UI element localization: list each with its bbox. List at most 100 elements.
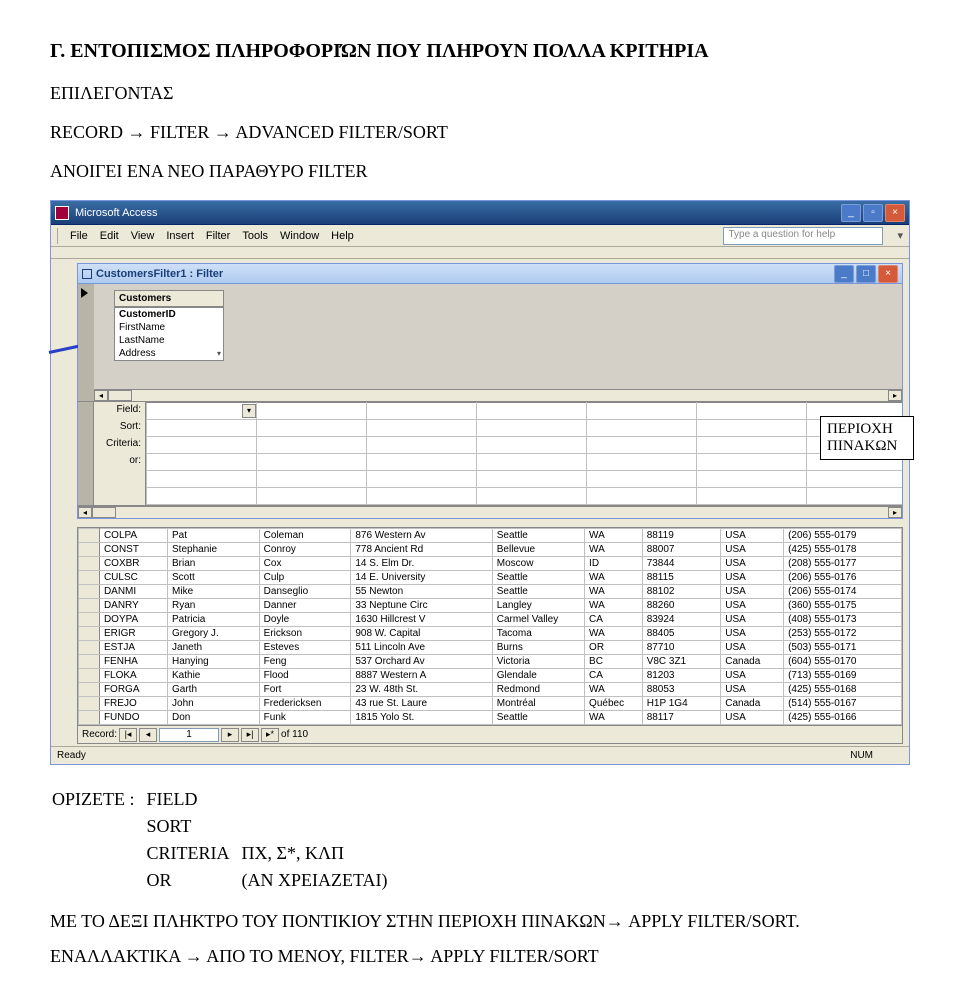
close-button[interactable]: ×: [878, 265, 898, 283]
scroll-left-button[interactable]: ◂: [94, 390, 108, 401]
menu-help[interactable]: Help: [331, 230, 354, 242]
table-row[interactable]: CULSCScottCulp14 E. UniversitySeattleWA8…: [79, 571, 902, 585]
cell[interactable]: CULSC: [99, 571, 167, 585]
cell[interactable]: Conroy: [259, 543, 351, 557]
cell[interactable]: (408) 555-0173: [784, 613, 902, 627]
cell[interactable]: DANMI: [99, 585, 167, 599]
cell[interactable]: 88119: [642, 529, 721, 543]
cell[interactable]: (425) 555-0178: [784, 543, 902, 557]
cell[interactable]: Langley: [492, 599, 584, 613]
cell[interactable]: FUNDO: [99, 711, 167, 725]
table-row[interactable]: COXBRBrianCox14 S. Elm Dr.MoscowID73844U…: [79, 557, 902, 571]
table-row[interactable]: FENHAHanyingFeng537 Orchard AvVictoriaBC…: [79, 655, 902, 669]
cell[interactable]: Ryan: [168, 599, 260, 613]
cell[interactable]: H1P 1G4: [642, 697, 721, 711]
help-search-input[interactable]: Type a question for help: [723, 227, 883, 245]
cell[interactable]: (206) 555-0176: [784, 571, 902, 585]
cell[interactable]: 73844: [642, 557, 721, 571]
chevron-down-icon[interactable]: ▾: [217, 349, 221, 358]
cell[interactable]: (206) 555-0174: [784, 585, 902, 599]
field-list[interactable]: Customers CustomerID FirstName LastName …: [114, 290, 224, 361]
cell[interactable]: USA: [721, 585, 784, 599]
cell[interactable]: FREJO: [99, 697, 167, 711]
cell[interactable]: 55 Newton: [351, 585, 492, 599]
table-row[interactable]: ESTJAJanethEsteves511 Lincoln AveBurnsOR…: [79, 641, 902, 655]
cell[interactable]: (425) 555-0166: [784, 711, 902, 725]
cell[interactable]: ESTJA: [99, 641, 167, 655]
cell[interactable]: 88260: [642, 599, 721, 613]
cell[interactable]: WA: [585, 683, 643, 697]
menu-file[interactable]: File: [70, 230, 88, 242]
cell[interactable]: 87710: [642, 641, 721, 655]
cell[interactable]: USA: [721, 669, 784, 683]
cell[interactable]: 88007: [642, 543, 721, 557]
cell[interactable]: WA: [585, 571, 643, 585]
cell[interactable]: USA: [721, 599, 784, 613]
cell[interactable]: OR: [585, 641, 643, 655]
cell[interactable]: (514) 555-0167: [784, 697, 902, 711]
cell[interactable]: USA: [721, 543, 784, 557]
scroll-right-button[interactable]: ▸: [888, 507, 902, 518]
cell[interactable]: 511 Lincoln Ave: [351, 641, 492, 655]
cell[interactable]: Kathie: [168, 669, 260, 683]
chevron-down-icon[interactable]: ▾: [897, 229, 903, 242]
prev-record-button[interactable]: ◂: [139, 728, 157, 742]
cell[interactable]: Esteves: [259, 641, 351, 655]
tables-region[interactable]: Customers CustomerID FirstName LastName …: [78, 284, 902, 402]
table-row[interactable]: FORGAGarthFort23 W. 48th St.RedmondWA880…: [79, 683, 902, 697]
new-record-button[interactable]: ▸*: [261, 728, 279, 742]
cell[interactable]: Redmond: [492, 683, 584, 697]
cell[interactable]: (604) 555-0170: [784, 655, 902, 669]
cell[interactable]: COLPA: [99, 529, 167, 543]
cell[interactable]: WA: [585, 529, 643, 543]
last-record-button[interactable]: ▸|: [241, 728, 259, 742]
cell[interactable]: (208) 555-0177: [784, 557, 902, 571]
scrollbar-thumb[interactable]: [108, 390, 132, 401]
restore-button[interactable]: ▫: [863, 204, 883, 222]
cell[interactable]: USA: [721, 571, 784, 585]
cell[interactable]: WA: [585, 585, 643, 599]
cell[interactable]: (206) 555-0179: [784, 529, 902, 543]
cell[interactable]: 14 S. Elm Dr.: [351, 557, 492, 571]
cell[interactable]: Culp: [259, 571, 351, 585]
maximize-button[interactable]: □: [856, 265, 876, 283]
cell[interactable]: USA: [721, 627, 784, 641]
cell[interactable]: 88405: [642, 627, 721, 641]
cell[interactable]: Fredericksen: [259, 697, 351, 711]
cell[interactable]: Seattle: [492, 585, 584, 599]
cell[interactable]: Seattle: [492, 571, 584, 585]
menu-window[interactable]: Window: [280, 230, 319, 242]
cell[interactable]: Canada: [721, 697, 784, 711]
cell[interactable]: Danner: [259, 599, 351, 613]
cell[interactable]: Glendale: [492, 669, 584, 683]
cell[interactable]: USA: [721, 529, 784, 543]
cell[interactable]: (425) 555-0168: [784, 683, 902, 697]
cell[interactable]: (253) 555-0172: [784, 627, 902, 641]
cell[interactable]: FORGA: [99, 683, 167, 697]
cell[interactable]: USA: [721, 683, 784, 697]
cell[interactable]: Brian: [168, 557, 260, 571]
cell[interactable]: 1630 Hillcrest V: [351, 613, 492, 627]
cell[interactable]: Seattle: [492, 529, 584, 543]
cell[interactable]: Hanying: [168, 655, 260, 669]
table-row[interactable]: FREJOJohnFredericksen43 rue St. LaureMon…: [79, 697, 902, 711]
cell[interactable]: USA: [721, 641, 784, 655]
cell[interactable]: 8887 Western A: [351, 669, 492, 683]
table-row[interactable]: DOYPAPatriciaDoyle1630 Hillcrest VCarmel…: [79, 613, 902, 627]
first-record-button[interactable]: |◂: [119, 728, 137, 742]
cell[interactable]: 81203: [642, 669, 721, 683]
cell[interactable]: CONST: [99, 543, 167, 557]
cell[interactable]: Scott: [168, 571, 260, 585]
cell[interactable]: ID: [585, 557, 643, 571]
cell[interactable]: WA: [585, 711, 643, 725]
cell[interactable]: 1815 Yolo St.: [351, 711, 492, 725]
table-row[interactable]: CONSTStephanieConroy778 Ancient RdBellev…: [79, 543, 902, 557]
table-row[interactable]: ERIGRGregory J.Erickson908 W. CapitalTac…: [79, 627, 902, 641]
cell[interactable]: (360) 555-0175: [784, 599, 902, 613]
cell[interactable]: USA: [721, 711, 784, 725]
cell[interactable]: Don: [168, 711, 260, 725]
table-row[interactable]: DANRYRyanDanner33 Neptune CircLangleyWA8…: [79, 599, 902, 613]
cell[interactable]: 88117: [642, 711, 721, 725]
cell[interactable]: Flood: [259, 669, 351, 683]
cell[interactable]: 537 Orchard Av: [351, 655, 492, 669]
